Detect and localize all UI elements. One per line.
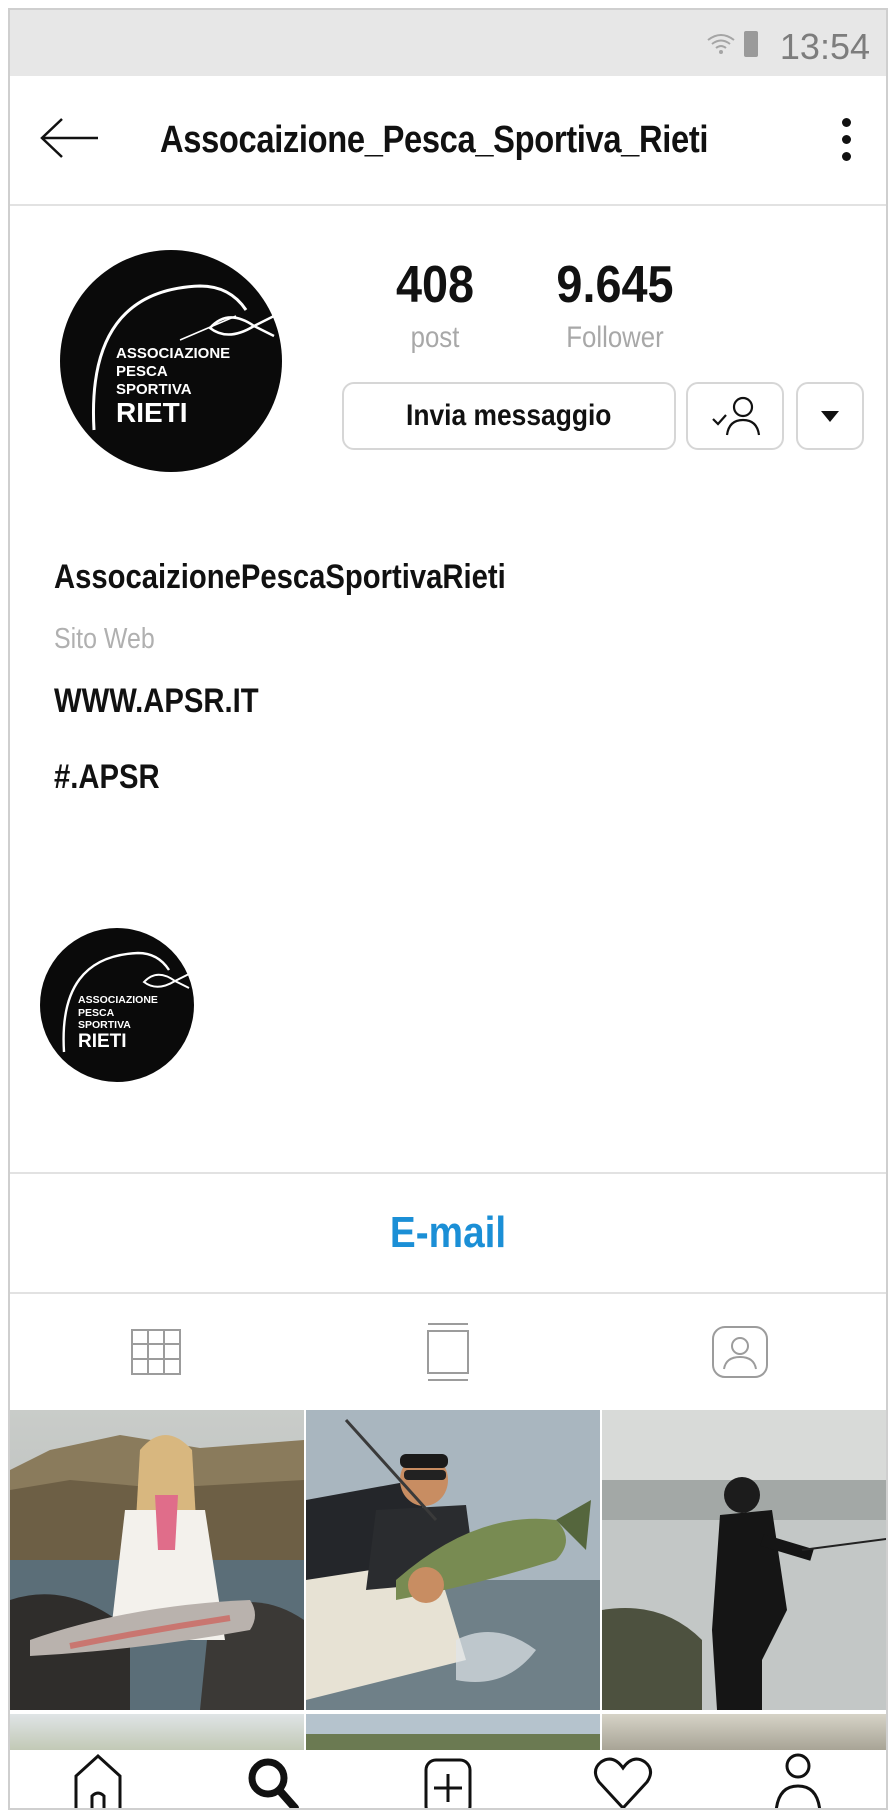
more-options-icon[interactable] (840, 118, 852, 164)
send-message-label: Invia messaggio (406, 399, 612, 432)
user-check-icon (712, 396, 761, 436)
svg-text:RIETI: RIETI (78, 1031, 127, 1052)
bottom-navigation (10, 1750, 886, 1808)
heart-icon (594, 1757, 653, 1808)
post-grid-row (10, 1714, 886, 1750)
svg-text:SPORTIVA: SPORTIVA (116, 381, 192, 398)
nav-home[interactable] (58, 1750, 138, 1808)
send-message-button[interactable]: Invia messaggio (342, 382, 676, 450)
tab-feed[interactable] (302, 1294, 594, 1410)
post-thumbnail[interactable] (602, 1410, 886, 1710)
followers-value: 9.645 (556, 256, 674, 314)
add-post-icon (424, 1758, 472, 1808)
svg-text:PESCA: PESCA (78, 1007, 115, 1019)
nav-search[interactable] (233, 1750, 313, 1808)
tagged-icon (712, 1326, 768, 1378)
search-icon (248, 1758, 299, 1808)
suggestions-dropdown-button[interactable] (796, 382, 864, 450)
post-thumbnail[interactable] (306, 1714, 600, 1750)
wifi-icon (707, 34, 735, 54)
bio-name: AssocaizionePescaSportivaRieti (54, 558, 506, 596)
following-button[interactable] (686, 382, 784, 450)
email-button[interactable]: E-mail (10, 1174, 886, 1292)
svg-text:SPORTIVA: SPORTIVA (78, 1019, 131, 1031)
post-image (306, 1410, 600, 1710)
tab-tagged[interactable] (594, 1294, 886, 1410)
bio-website-link[interactable]: WWW.APSR.IT (54, 682, 259, 721)
grid-icon (131, 1329, 181, 1375)
svg-text:PESCA: PESCA (116, 363, 168, 380)
followers-count[interactable]: 9.645 Follower (530, 255, 700, 355)
post-thumbnail[interactable] (306, 1410, 600, 1710)
phone-screen: 13:54 Assocaizione_Pesca_Sportiva_Rieti … (8, 8, 888, 1810)
email-label: E-mail (389, 1208, 507, 1257)
status-bar: 13:54 (10, 10, 886, 76)
feed-icon (427, 1323, 469, 1381)
nav-new-post[interactable] (408, 1750, 488, 1808)
post-image (10, 1410, 304, 1710)
back-arrow-icon[interactable] (38, 116, 102, 160)
nav-profile[interactable] (758, 1750, 838, 1808)
post-thumbnail[interactable] (10, 1714, 304, 1750)
profile-tabs (10, 1294, 886, 1410)
post-grid (10, 1410, 886, 1710)
battery-icon (744, 31, 758, 57)
story-highlight[interactable]: ASSOCIAZIONE PESCA SPORTIVA RIETI (40, 928, 194, 1082)
followers-label: Follower (566, 321, 664, 354)
profile-header: Assocaizione_Pesca_Sportiva_Rieti (10, 76, 886, 206)
post-thumbnail[interactable] (602, 1714, 886, 1750)
profile-avatar[interactable]: ASSOCIAZIONE PESCA SPORTIVA RIETI (60, 250, 282, 472)
profile-icon (775, 1753, 822, 1808)
posts-count[interactable]: 408 post (380, 255, 490, 355)
post-image (602, 1410, 886, 1710)
status-time: 13:54 (779, 26, 870, 67)
bio-category: Sito Web (54, 623, 155, 655)
profile-username: Assocaizione_Pesca_Sportiva_Rieti (160, 119, 709, 161)
home-icon (74, 1753, 122, 1808)
svg-text:RIETI: RIETI (116, 397, 188, 428)
svg-text:ASSOCIAZIONE: ASSOCIAZIONE (78, 994, 158, 1006)
posts-value: 408 (395, 256, 475, 314)
bio-hashtag[interactable]: #.APSR (54, 758, 160, 797)
caret-down-icon (821, 410, 839, 422)
tab-grid[interactable] (10, 1294, 302, 1410)
posts-label: post (410, 321, 460, 354)
nav-activity[interactable] (583, 1750, 663, 1808)
post-thumbnail[interactable] (10, 1410, 304, 1710)
svg-text:ASSOCIAZIONE: ASSOCIAZIONE (116, 345, 230, 362)
